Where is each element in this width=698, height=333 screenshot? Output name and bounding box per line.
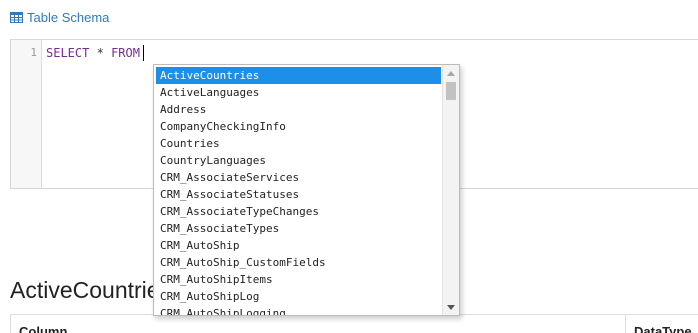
editor-gutter: 1: [11, 40, 42, 188]
column-header-column[interactable]: Column: [19, 324, 67, 333]
table-icon: [10, 12, 23, 23]
section-title: ActiveCountries: [10, 277, 172, 303]
scroll-down-icon[interactable]: [447, 305, 455, 310]
code-line[interactable]: SELECT * FROM: [46, 45, 144, 61]
autocomplete-item[interactable]: CRM_AutoShipLog: [156, 288, 441, 305]
text-cursor: [142, 45, 144, 61]
autocomplete-item[interactable]: CRM_AutoShip_CustomFields: [156, 254, 441, 271]
autocomplete-item[interactable]: CRM_AssociateTypes: [156, 220, 441, 237]
autocomplete-item[interactable]: CRM_AutoShipItems: [156, 271, 441, 288]
autocomplete-item[interactable]: CRM_AutoShipLogging: [156, 305, 441, 315]
table-schema-label: Table Schema: [27, 10, 110, 25]
autocomplete-item[interactable]: Address: [156, 101, 441, 118]
star-operator: *: [96, 46, 104, 60]
page: Table Schema 1 SELECT * FROM ActiveCount…: [0, 0, 698, 333]
autocomplete-item[interactable]: CRM_AutoShip: [156, 237, 441, 254]
autocomplete-item[interactable]: CountryLanguages: [156, 152, 441, 169]
autocomplete-dropdown[interactable]: ActiveCountries ActiveLanguages Address …: [153, 64, 460, 316]
line-number: 1: [30, 46, 37, 59]
keyword-select: SELECT: [46, 46, 90, 60]
keyword-from: FROM: [111, 46, 140, 60]
autocomplete-item[interactable]: CompanyCheckingInfo: [156, 118, 441, 135]
scroll-up-icon[interactable]: [447, 71, 455, 76]
column-divider: [625, 315, 626, 333]
autocomplete-item[interactable]: Countries: [156, 135, 441, 152]
dropdown-scrollbar[interactable]: [442, 65, 459, 315]
table-schema-link[interactable]: Table Schema: [10, 10, 109, 25]
autocomplete-item[interactable]: CRM_AssociateStatuses: [156, 186, 441, 203]
autocomplete-item[interactable]: ActiveCountries: [156, 67, 441, 84]
autocomplete-item[interactable]: CRM_AssociateServices: [156, 169, 441, 186]
column-header-datatype[interactable]: DataType: [634, 324, 692, 333]
autocomplete-item[interactable]: ActiveLanguages: [156, 84, 441, 101]
autocomplete-list: ActiveCountries ActiveLanguages Address …: [156, 67, 441, 315]
scroll-thumb[interactable]: [446, 82, 456, 100]
autocomplete-item[interactable]: CRM_AssociateTypeChanges: [156, 203, 441, 220]
table-header: Column DataType: [10, 314, 698, 333]
